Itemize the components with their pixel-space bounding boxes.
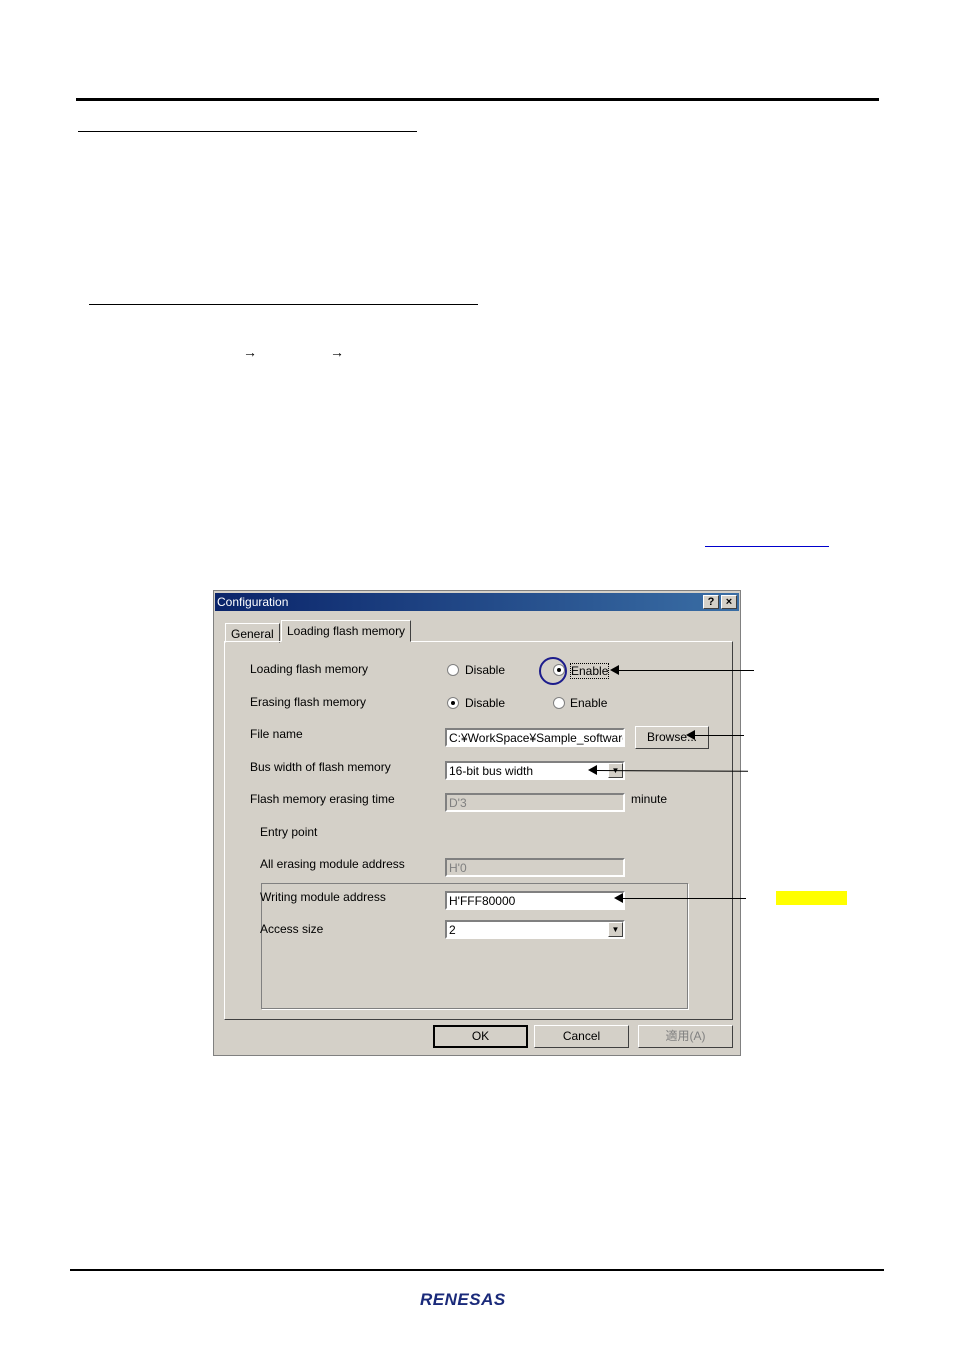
loading-flash-memory-label: Loading flash memory bbox=[250, 662, 369, 676]
callout-arrow-writing-head bbox=[614, 893, 623, 903]
access-size-value: 2 bbox=[449, 923, 456, 937]
callout-arrow-enable-line bbox=[618, 670, 754, 671]
loading-disable-label[interactable]: Disable bbox=[465, 663, 505, 677]
erasing-disable-radio[interactable] bbox=[447, 697, 459, 709]
bus-width-label: Bus width of flash memory bbox=[250, 760, 391, 774]
loading-enable-label[interactable]: Enable bbox=[570, 663, 610, 679]
breadcrumb-arrow-2: → bbox=[330, 344, 344, 360]
erasing-flash-memory-label: Erasing flash memory bbox=[250, 695, 367, 709]
heading-underline-2 bbox=[89, 304, 478, 305]
browse-button[interactable]: Browse... bbox=[635, 726, 709, 749]
chevron-down-icon[interactable]: ▼ bbox=[608, 922, 623, 937]
tab-loading-flash-memory[interactable]: Loading flash memory bbox=[281, 620, 412, 642]
callout-arrow-browse-line bbox=[694, 735, 744, 736]
bottom-rule bbox=[70, 1269, 884, 1271]
dialog-title: Configuration bbox=[217, 595, 289, 609]
all-erasing-label: All erasing module address bbox=[260, 857, 405, 871]
breadcrumb-arrow-1: → bbox=[243, 344, 257, 360]
cancel-button[interactable]: Cancel bbox=[534, 1025, 629, 1048]
erase-time-label: Flash memory erasing time bbox=[250, 792, 395, 806]
highlight-marker bbox=[776, 891, 847, 905]
renesas-logo: RENESAS bbox=[420, 1290, 506, 1309]
erasing-disable-label[interactable]: Disable bbox=[465, 696, 505, 710]
erase-time-input: D'3 bbox=[445, 793, 625, 812]
ok-button[interactable]: OK bbox=[433, 1025, 528, 1048]
heading-underline-1 bbox=[78, 131, 417, 132]
all-erasing-input: H'0 bbox=[445, 858, 625, 877]
tab-panel: Loading flash memory Disable Enable Eras… bbox=[224, 641, 733, 1020]
erasing-enable-radio[interactable] bbox=[553, 697, 565, 709]
apply-button: 適用(A) bbox=[638, 1025, 733, 1048]
file-name-label: File name bbox=[250, 727, 303, 741]
title-bar: Configuration ? × bbox=[215, 593, 739, 611]
tab-general[interactable]: General bbox=[225, 623, 280, 643]
callout-arrow-writing-line bbox=[622, 898, 746, 899]
writing-module-label: Writing module address bbox=[260, 890, 386, 904]
top-rule bbox=[76, 98, 879, 101]
erasing-enable-label[interactable]: Enable bbox=[570, 696, 607, 710]
entry-point-label: Entry point bbox=[258, 825, 320, 839]
close-button[interactable]: × bbox=[721, 595, 737, 609]
access-size-label: Access size bbox=[260, 922, 324, 936]
link-underline bbox=[705, 546, 829, 547]
help-button[interactable]: ? bbox=[703, 595, 719, 609]
callout-arrow-bus-head bbox=[588, 765, 597, 775]
highlight-circle bbox=[539, 657, 567, 685]
access-size-select[interactable]: 2 ▼ bbox=[445, 920, 625, 939]
loading-disable-radio[interactable] bbox=[447, 664, 459, 676]
erase-time-unit: minute bbox=[631, 792, 668, 806]
callout-arrow-browse-head bbox=[686, 730, 695, 740]
writing-module-input[interactable]: H'FFF80000 bbox=[445, 891, 625, 910]
callout-arrow-enable-head bbox=[610, 665, 619, 675]
file-name-input[interactable]: C:¥WorkSpace¥Sample_software bbox=[445, 728, 625, 747]
configuration-dialog: Configuration ? × General Loading flash … bbox=[213, 590, 741, 1056]
bus-width-value: 16-bit bus width bbox=[449, 764, 534, 778]
